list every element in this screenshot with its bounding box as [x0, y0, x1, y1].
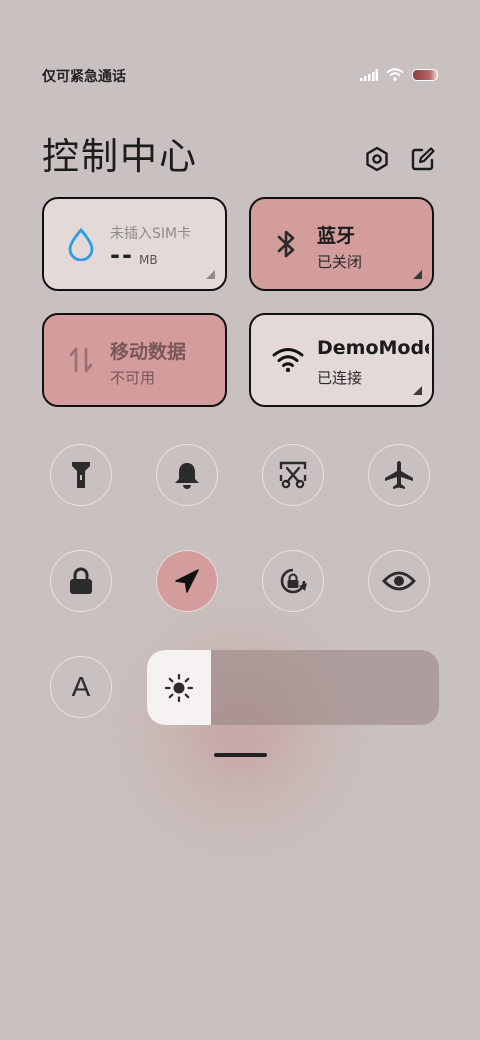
mobile-data-icon [64, 343, 98, 377]
tile-corner-indicator [206, 270, 215, 279]
wifi-tile[interactable]: DemoMode 已连接 [249, 313, 434, 407]
bell-icon [175, 463, 199, 489]
flashlight-toggle[interactable] [50, 444, 112, 506]
bluetooth-status: 已关闭 [317, 253, 363, 271]
screenshot-icon [279, 461, 307, 489]
wifi-status: 已连接 [317, 369, 363, 387]
flashlight-icon [72, 462, 90, 488]
battery-icon [412, 68, 438, 81]
wifi-icon [386, 68, 404, 81]
settings-icon [366, 146, 388, 172]
water-drop-icon [64, 227, 98, 261]
brightness-slider[interactable] [147, 650, 439, 725]
home-indicator[interactable] [214, 753, 267, 757]
location-icon [175, 569, 199, 593]
edit-button[interactable] [408, 144, 438, 174]
mute-toggle[interactable] [156, 444, 218, 506]
background-glow [110, 600, 370, 860]
location-toggle[interactable] [156, 550, 218, 612]
edit-icon [411, 147, 435, 171]
mobile-data-tile[interactable]: 移动数据 不可用 [42, 313, 227, 407]
mobile-data-label: 移动数据 [110, 341, 187, 363]
eye-icon [382, 571, 416, 591]
mobile-data-status: 不可用 [110, 369, 156, 387]
sun-icon [165, 673, 194, 702]
airplane-icon [385, 461, 413, 489]
lock-icon [70, 567, 92, 594]
status-bar: 仅可紧急通话 [42, 66, 438, 86]
font-size-label: A [71, 671, 91, 702]
tile-corner-indicator [413, 386, 422, 395]
font-size-button[interactable]: A [50, 656, 112, 718]
bluetooth-icon [269, 227, 303, 261]
wifi-icon [271, 343, 305, 377]
settings-button[interactable] [362, 144, 392, 174]
status-icons [360, 68, 438, 81]
data-usage-unit: MB [139, 253, 158, 267]
tile-corner-indicator [413, 270, 422, 279]
bluetooth-label: 蓝牙 [317, 225, 356, 247]
bluetooth-tile[interactable]: 蓝牙 已关闭 [249, 197, 434, 291]
brightness-fill [147, 650, 212, 725]
data-usage-tile[interactable]: 未插入SIM卡 -- MB [42, 197, 227, 291]
wifi-network-name: DemoMode [317, 337, 429, 359]
sim-status: 未插入SIM卡 [110, 226, 192, 242]
carrier-text: 仅可紧急通话 [42, 69, 126, 85]
data-usage-value: -- [110, 241, 134, 269]
rotation-lock-icon [280, 568, 307, 594]
lock-screen-toggle[interactable] [50, 550, 112, 612]
screenshot-toggle[interactable] [262, 444, 324, 506]
signal-icon [360, 68, 378, 81]
page-title: 控制中心 [42, 135, 198, 178]
reading-mode-toggle[interactable] [368, 550, 430, 612]
rotation-lock-toggle[interactable] [262, 550, 324, 612]
airplane-mode-toggle[interactable] [368, 444, 430, 506]
